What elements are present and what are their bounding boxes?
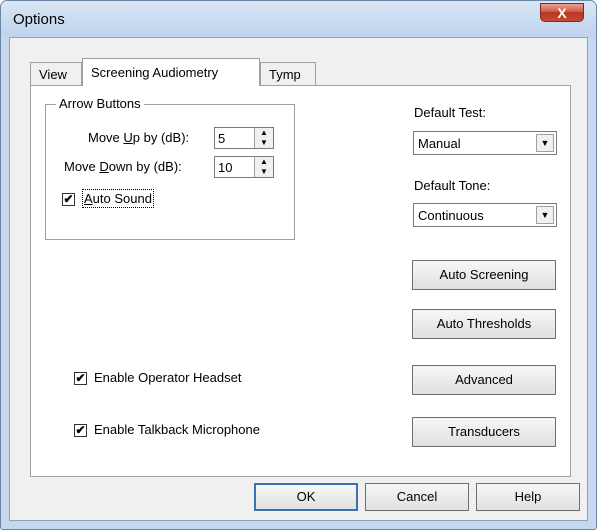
talkback-microphone-checkbox[interactable]: ✔ [74, 424, 87, 437]
close-button[interactable]: X [540, 3, 584, 22]
move-down-value[interactable]: 10 [218, 160, 232, 175]
tab-view-label: View [39, 67, 67, 82]
move-up-value[interactable]: 5 [218, 131, 225, 146]
ok-button[interactable]: OK [254, 483, 358, 511]
default-test-value: Manual [418, 136, 461, 151]
options-dialog: Options X View Screening Audiometry Tymp… [0, 0, 597, 530]
default-tone-label: Default Tone: [414, 178, 491, 193]
move-down-label: Move Down by (dB): [64, 159, 182, 174]
move-up-label-post: p by (dB): [132, 130, 190, 145]
title-bar[interactable]: Options X [1, 1, 596, 37]
advanced-button[interactable]: Advanced [412, 365, 556, 395]
transducers-button[interactable]: Transducers [412, 417, 556, 447]
move-down-label-key: D [99, 159, 109, 174]
move-up-spin-buttons: ▲ ▼ [254, 128, 273, 148]
arrow-buttons-group: Arrow Buttons Move Up by (dB): 5 ▲ ▼ Mov… [45, 96, 295, 240]
close-icon: X [557, 5, 567, 21]
move-down-label-pre: Move [64, 159, 100, 174]
check-icon: ✔ [75, 371, 86, 385]
move-down-spin-buttons: ▲ ▼ [254, 157, 273, 177]
move-up-label-pre: Move [88, 130, 124, 145]
check-icon: ✔ [75, 423, 86, 437]
operator-headset-checkbox[interactable]: ✔ [74, 372, 87, 385]
screening-audiometry-panel: Arrow Buttons Move Up by (dB): 5 ▲ ▼ Mov… [30, 85, 571, 477]
default-test-label: Default Test: [414, 105, 487, 120]
chevron-down-icon[interactable]: ▼ [536, 134, 554, 152]
default-tone-value: Continuous [418, 208, 484, 223]
move-up-label-key: U [123, 130, 133, 145]
move-up-spinner[interactable]: 5 ▲ ▼ [214, 127, 274, 149]
move-down-label-post: own by (dB): [108, 159, 182, 174]
default-test-dropdown[interactable]: Manual ▼ [413, 131, 557, 155]
tab-tymp[interactable]: Tymp [260, 62, 316, 86]
arrow-buttons-group-title: Arrow Buttons [56, 96, 144, 111]
check-icon: ✔ [63, 192, 74, 206]
cancel-button[interactable]: Cancel [365, 483, 469, 511]
auto-sound-checkbox[interactable]: ✔ [62, 193, 75, 206]
tab-tymp-label: Tymp [269, 67, 301, 82]
tab-view[interactable]: View [30, 62, 82, 86]
auto-screening-button[interactable]: Auto Screening [412, 260, 556, 290]
window-title: Options [13, 11, 65, 28]
tab-screening-audiometry-label: Screening Audiometry [91, 65, 219, 80]
spin-down-icon[interactable]: ▼ [255, 167, 273, 177]
chevron-down-icon[interactable]: ▼ [536, 206, 554, 224]
tab-screening-audiometry[interactable]: Screening Audiometry [82, 58, 260, 86]
talkback-microphone-label: Enable Talkback Microphone [94, 422, 260, 437]
move-down-spinner[interactable]: 10 ▲ ▼ [214, 156, 274, 178]
move-up-label: Move Up by (dB): [88, 130, 189, 145]
auto-sound-label-key: A [84, 191, 93, 206]
auto-thresholds-button[interactable]: Auto Thresholds [412, 309, 556, 339]
operator-headset-label: Enable Operator Headset [94, 370, 242, 385]
auto-sound-label: Auto Sound [82, 189, 154, 208]
spin-down-icon[interactable]: ▼ [255, 138, 273, 148]
auto-sound-label-post: uto Sound [92, 191, 152, 206]
dialog-client-area: View Screening Audiometry Tymp Arrow But… [9, 37, 588, 521]
default-tone-dropdown[interactable]: Continuous ▼ [413, 203, 557, 227]
help-button[interactable]: Help [476, 483, 580, 511]
